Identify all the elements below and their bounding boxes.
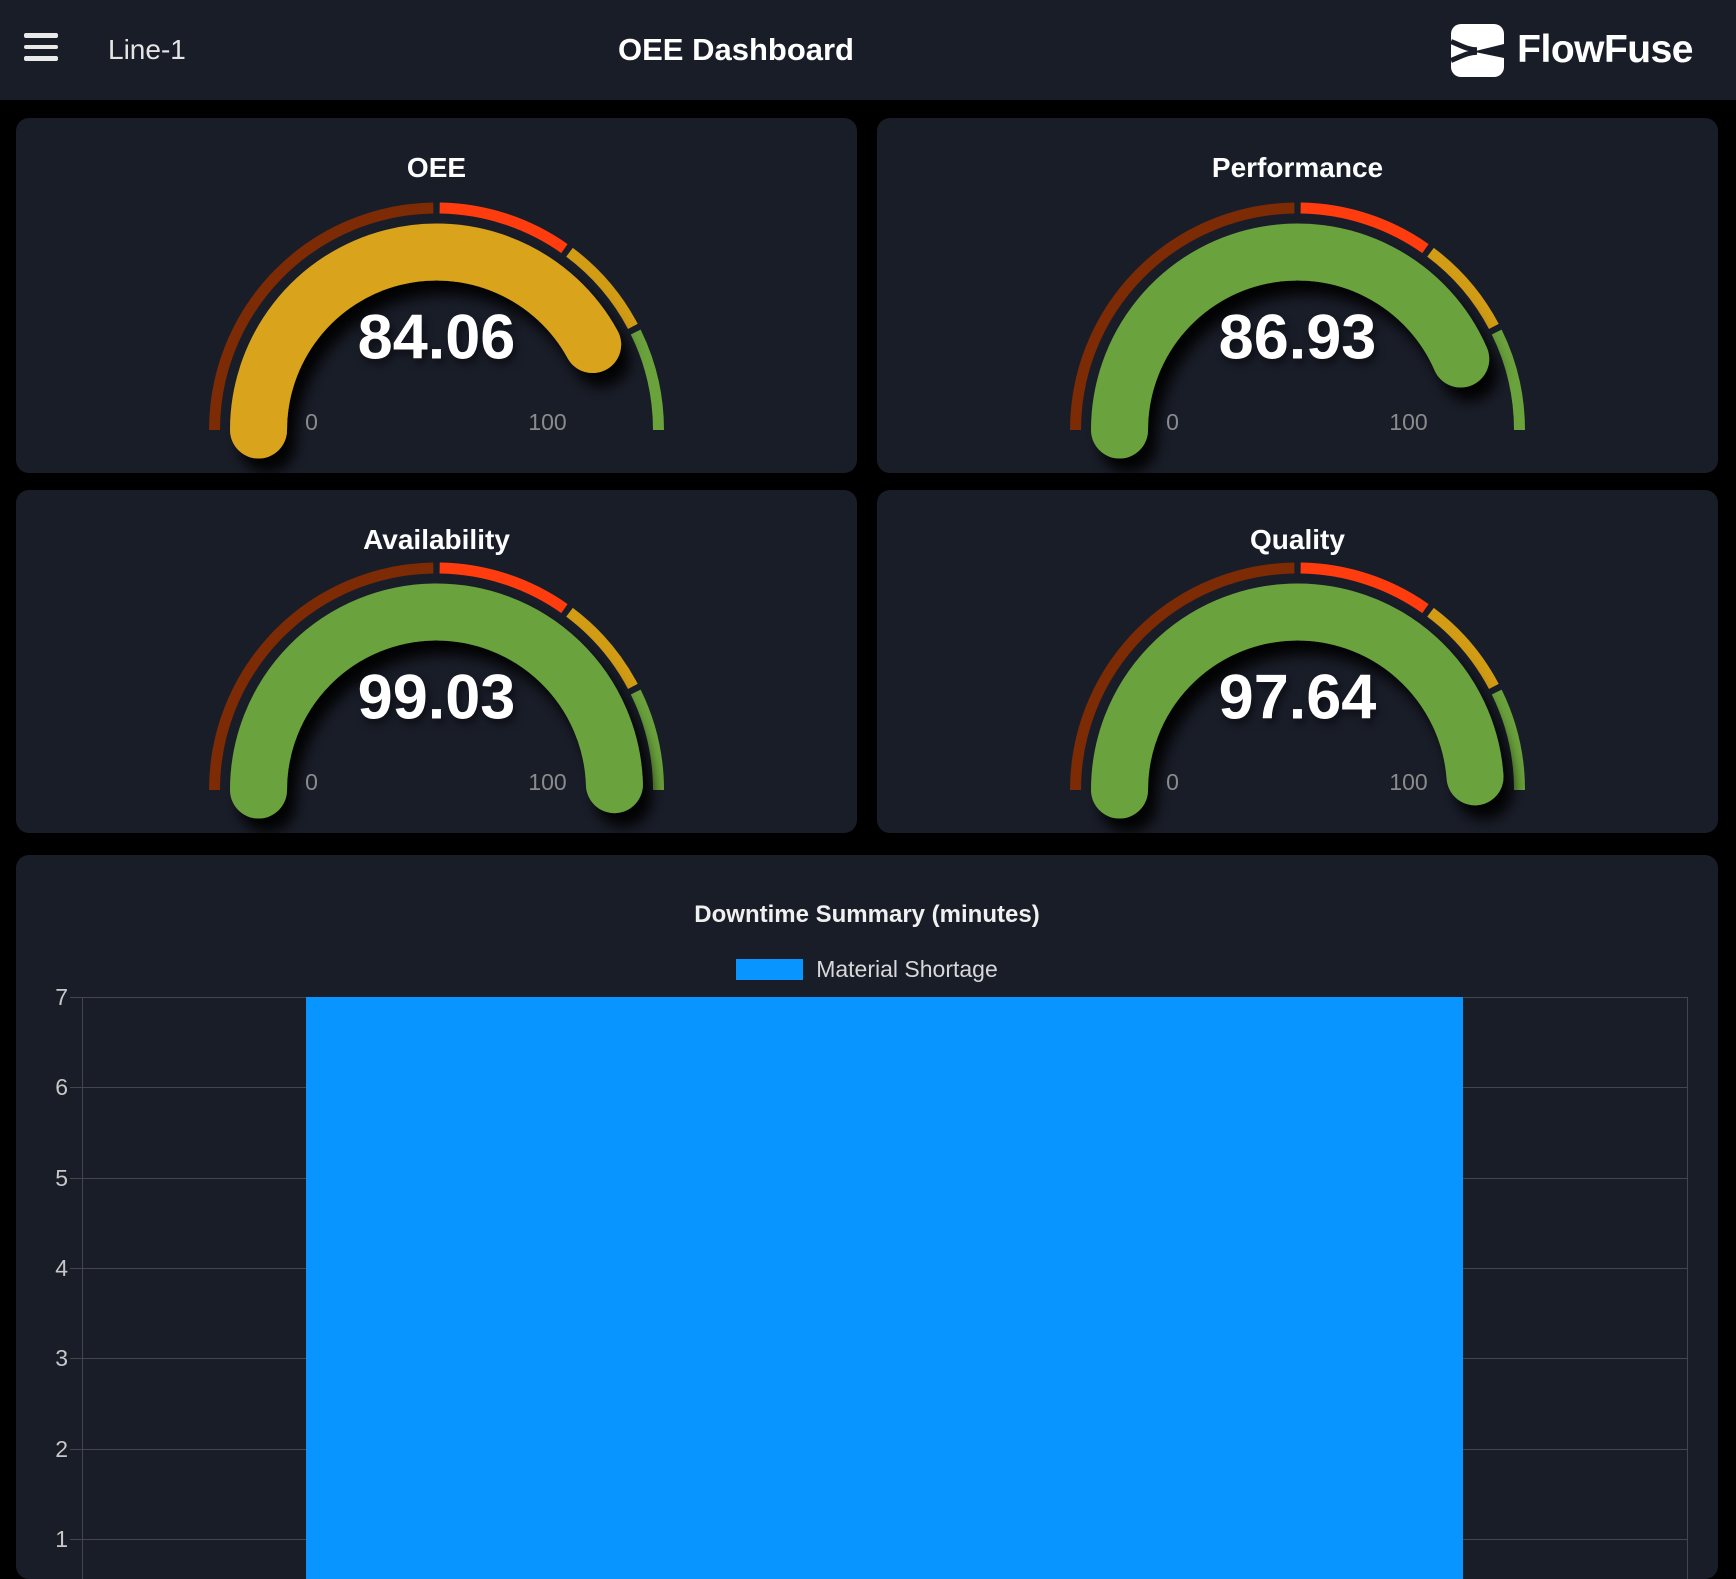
y-axis-tick-label: 7	[16, 984, 68, 1011]
gauge-value: 97.64	[1219, 663, 1377, 733]
y-axis-tick-label: 6	[16, 1074, 68, 1101]
page-name: Line-1	[108, 0, 186, 100]
gauge-card-availability: 99.03 0 100 Availability	[16, 490, 857, 833]
flowfuse-icon	[1451, 24, 1504, 77]
app-title: OEE Dashboard	[618, 0, 854, 100]
legend-label: Material Shortage	[816, 956, 998, 983]
gauge-value: 84.06	[358, 303, 516, 373]
y-axis-tick-label: 5	[16, 1165, 68, 1192]
y-axis-tick-label: 1	[16, 1526, 68, 1553]
y-axis-tick	[70, 1358, 82, 1359]
gauge-max-label: 100	[528, 769, 566, 795]
y-axis-tick	[70, 1268, 82, 1269]
downtime-chart-card: Downtime Summary (minutes) Material Shor…	[16, 855, 1718, 1579]
gauge-title-performance: Performance	[877, 152, 1718, 184]
y-axis-tick-label: 4	[16, 1255, 68, 1282]
gauge-min-label: 0	[305, 409, 318, 435]
gauge-card-quality: 97.64 0 100 Quality	[877, 490, 1718, 833]
y-axis-tick	[70, 1087, 82, 1088]
gauge-min-label: 0	[1166, 769, 1179, 795]
y-axis-tick	[70, 997, 82, 998]
y-axis-line	[82, 997, 83, 1579]
gauge-value: 99.03	[358, 663, 516, 733]
chart-legend[interactable]: Material Shortage	[16, 956, 1718, 983]
gauge-min-label: 0	[1166, 409, 1179, 435]
gauge-title-oee: OEE	[16, 152, 857, 184]
flowfuse-wordmark: FlowFuse	[1517, 28, 1693, 72]
gauge-card-oee: 84.06 0 100 OEE	[16, 118, 857, 473]
flowfuse-logo: FlowFuse	[1451, 0, 1693, 100]
gauge-max-label: 100	[1389, 409, 1427, 435]
gauge-value: 86.93	[1219, 303, 1377, 373]
gauge-card-performance: 86.93 0 100 Performance	[877, 118, 1718, 473]
legend-swatch	[736, 959, 803, 980]
gauge-min-label: 0	[305, 769, 318, 795]
menu-icon[interactable]	[24, 33, 58, 67]
gauge-title-availability: Availability	[16, 524, 857, 556]
gauge-max-label: 100	[1389, 769, 1427, 795]
y-axis-tick-label: 3	[16, 1345, 68, 1372]
gauge-max-label: 100	[528, 409, 566, 435]
y-axis-tick	[70, 1178, 82, 1179]
oee-dashboard-page: { "header": { "page_label": "Line-1", "t…	[0, 0, 1736, 1574]
chart-title: Downtime Summary (minutes)	[16, 901, 1718, 929]
y-axis-tick	[70, 1539, 82, 1540]
gauge-title-quality: Quality	[877, 524, 1718, 556]
app-header: Line-1 OEE Dashboard FlowFuse	[0, 0, 1736, 100]
bar-material-shortage	[306, 997, 1463, 1579]
y-axis-tick-label: 2	[16, 1436, 68, 1463]
y-axis-tick	[70, 1449, 82, 1450]
plot-right-border	[1687, 997, 1688, 1579]
